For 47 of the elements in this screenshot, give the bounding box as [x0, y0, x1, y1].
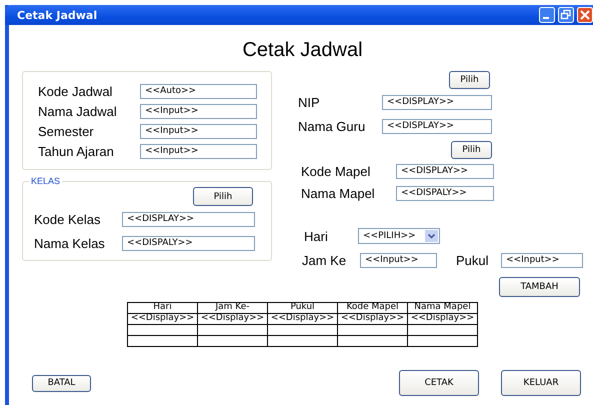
day-dropdown[interactable]: <<PILIH>> — [358, 228, 440, 244]
field-label: Kode Jadwal — [38, 84, 114, 98]
form-title: Cetak Jadwal — [241, 38, 364, 62]
table-cell: <<Display>> — [268, 314, 338, 324]
field-label: Pukul — [456, 252, 490, 268]
pilih-button[interactable]: Pilih — [449, 71, 490, 89]
field-label: Jam Ke — [302, 252, 348, 268]
cancel-button[interactable]: BATAL — [32, 374, 91, 392]
column-header: Kode Mapel — [338, 302, 408, 314]
close-icon[interactable] — [577, 7, 593, 23]
chevron-down-icon — [425, 230, 438, 242]
table-cell: <<Display>> — [128, 314, 198, 324]
add-button[interactable]: TAMBAH — [499, 277, 580, 297]
pilih-button[interactable]: Pilih — [193, 187, 253, 206]
pilih-button[interactable]: Pilih — [451, 141, 492, 159]
field-label: Semester — [38, 124, 95, 138]
input-field[interactable]: <<Input>> — [140, 144, 257, 158]
input-field[interactable]: <<Input>> — [140, 104, 257, 118]
field-label: Nama Jadwal — [38, 104, 118, 118]
input-field[interactable]: <<DISPALY>> — [122, 236, 255, 250]
action-button[interactable]: CETAK — [399, 370, 479, 396]
window-title: Cetak Jadwal — [17, 8, 98, 22]
field-label: Hari — [304, 228, 329, 244]
input-field[interactable]: <<Input>> — [140, 124, 257, 138]
input-field[interactable]: <<Auto>> — [140, 84, 257, 98]
field-label: Kode Mapel — [301, 164, 372, 178]
input-field[interactable]: <<DISPALY>> — [396, 186, 494, 200]
restore-icon[interactable] — [558, 7, 574, 23]
table-cell: <<Display>> — [198, 314, 268, 324]
input-field[interactable]: <<DISPLAY>> — [122, 212, 255, 226]
field-label: NIP — [298, 95, 321, 110]
field-label: Tahun Ajaran — [38, 144, 115, 158]
field-label: Nama Mapel — [301, 186, 376, 200]
input-field[interactable]: <<Input>> — [501, 252, 583, 268]
table-cell: <<Display>> — [338, 314, 408, 324]
table-cell: <<Display>> — [408, 314, 478, 324]
group-legend: KELAS — [29, 176, 62, 187]
column-header: Nama Mapel — [408, 302, 478, 314]
field-label: Nama Kelas — [34, 236, 106, 250]
input-field[interactable]: <<DISPLAY>> — [396, 164, 494, 178]
input-field[interactable]: <<DISPLAY>> — [382, 119, 492, 134]
field-label: Nama Guru — [298, 119, 366, 134]
input-field[interactable]: <<Input>> — [360, 252, 437, 268]
input-field[interactable]: <<DISPLAY>> — [382, 95, 492, 110]
minimize-icon[interactable] — [539, 7, 555, 23]
field-label: Kode Kelas — [34, 212, 102, 226]
action-button[interactable]: KELUAR — [501, 370, 581, 396]
